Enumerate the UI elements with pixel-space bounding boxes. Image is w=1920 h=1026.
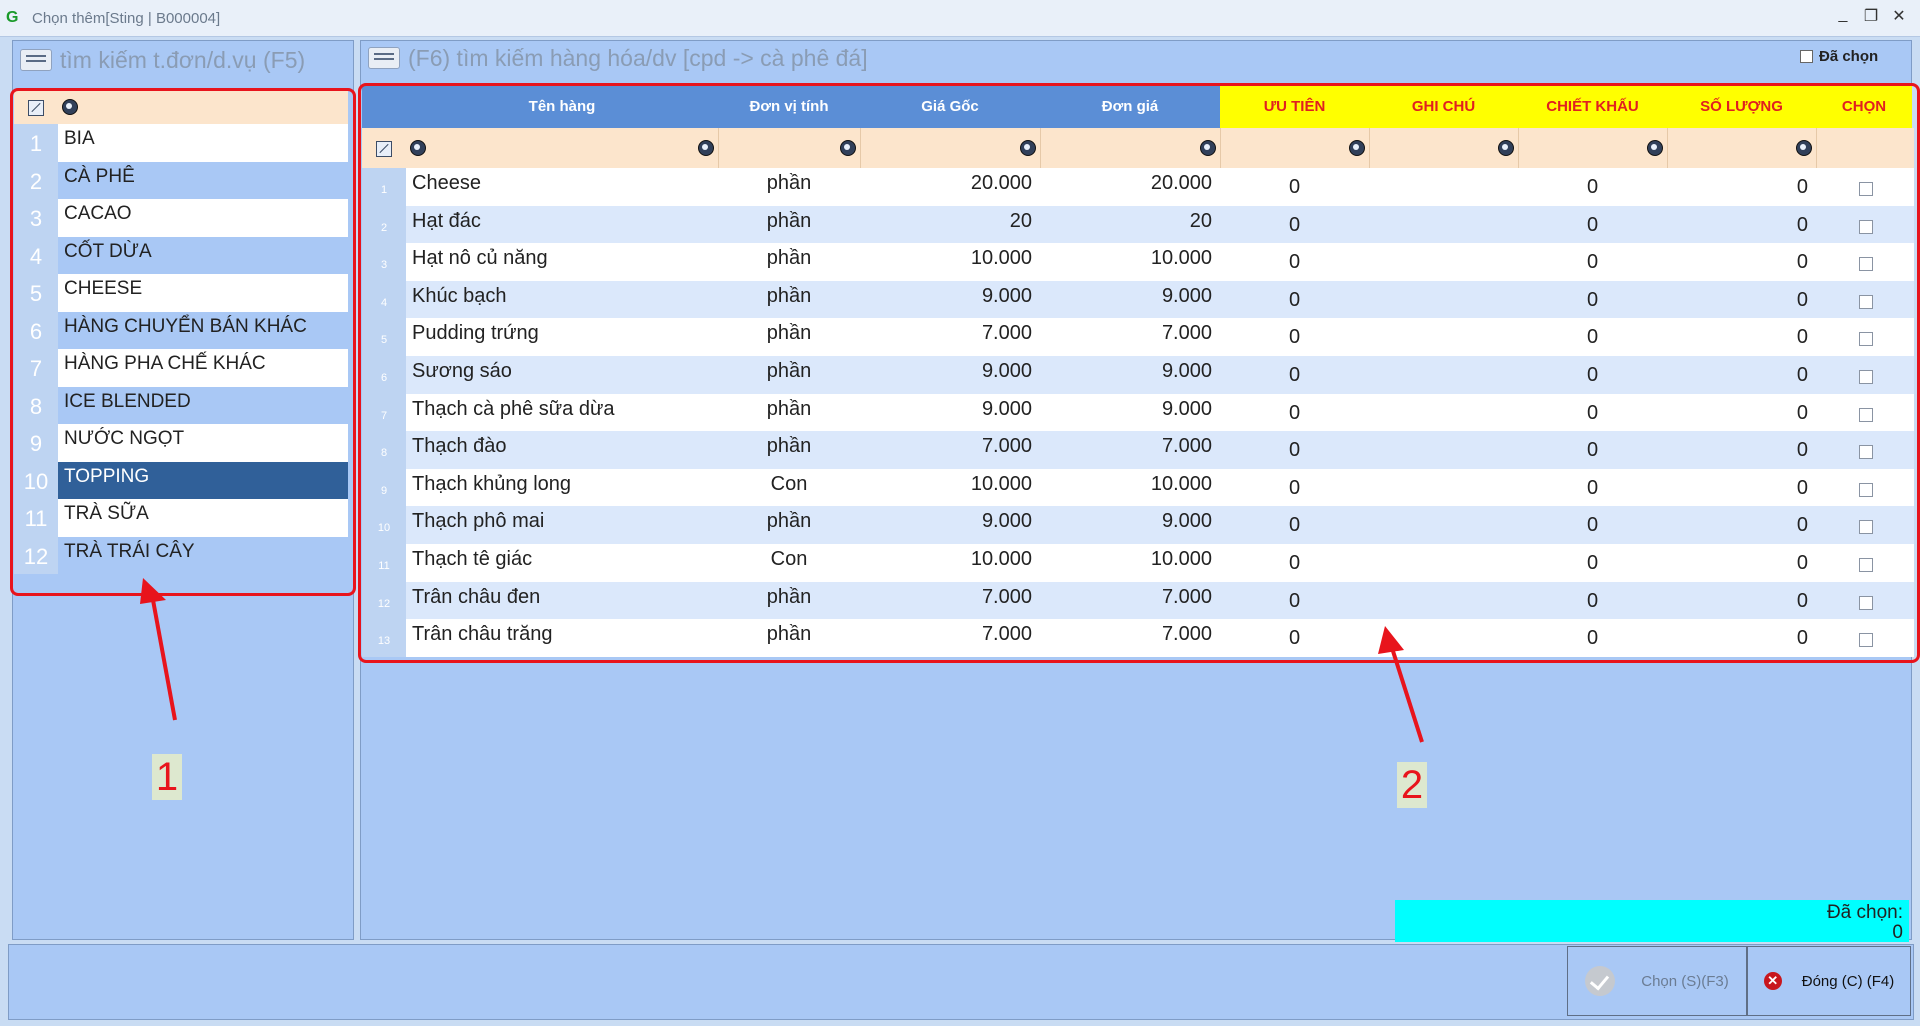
close-button[interactable]: ✕ Đóng (C) (F4) <box>1747 946 1911 1016</box>
annotation-arrowhead-2 <box>1378 626 1404 654</box>
annotation-arrows <box>140 578 1424 743</box>
annotation-label-1: 1 <box>152 754 182 800</box>
selected-count-box: Đã chọn: 0 <box>1395 900 1909 943</box>
annotation-arrow-2 <box>1390 647 1424 743</box>
choose-button-label: Chọn (S)(F3) <box>1641 972 1729 990</box>
choose-button[interactable]: Chọn (S)(F3) <box>1567 946 1747 1016</box>
annotation-arrowhead-1 <box>140 578 166 604</box>
selected-count-label: Đã chọn: <box>1826 902 1903 923</box>
check-icon <box>1585 966 1616 996</box>
selected-count-value: 0 <box>1892 922 1903 943</box>
close-circle-icon: ✕ <box>1763 972 1782 990</box>
close-button-label: Đóng (C) (F4) <box>1801 972 1895 990</box>
annotation-label-2: 2 <box>1397 762 1427 808</box>
annotation-arrow-1 <box>151 599 177 721</box>
